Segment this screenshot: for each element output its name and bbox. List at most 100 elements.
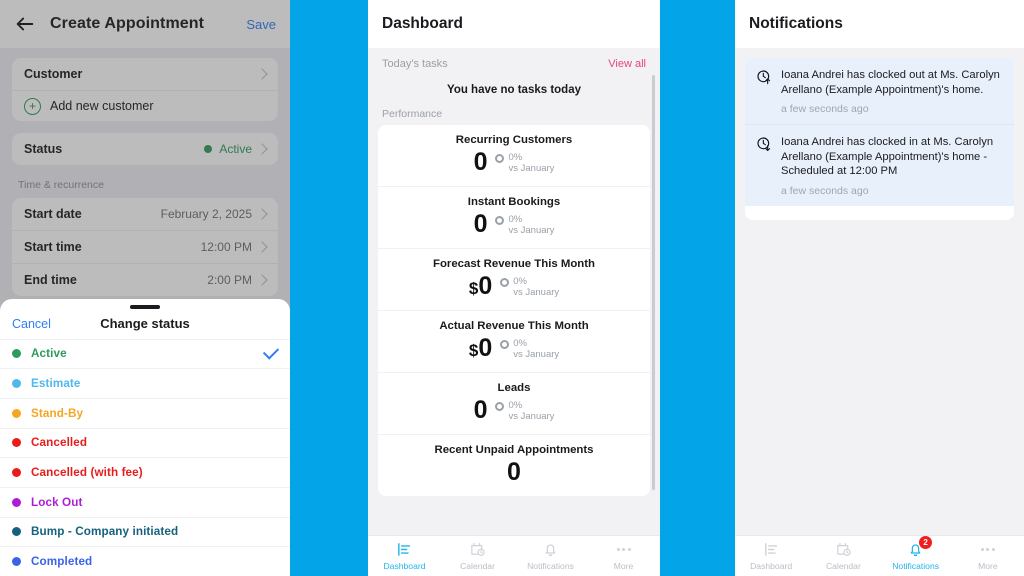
delta-period: vs January <box>508 410 555 422</box>
tab-label: Calendar <box>460 561 495 571</box>
tab-more[interactable]: More <box>952 536 1024 576</box>
view-all-link[interactable]: View all <box>608 58 646 70</box>
status-color-dot-icon <box>12 349 21 359</box>
metric-name: Recent Unpaid Appointments <box>434 444 594 456</box>
tab-calendar[interactable]: Calendar <box>807 536 879 576</box>
page-title: Dashboard <box>382 15 463 32</box>
status-color-dot-icon <box>12 527 21 537</box>
metric-card[interactable]: Forecast Revenue This Month $0 0% vs Januar… <box>378 248 650 310</box>
metric-delta: 0% vs January <box>495 214 554 236</box>
change-status-sheet-header: Cancel Change status <box>0 309 290 339</box>
status-option[interactable]: Bump - Company initiated <box>0 516 290 547</box>
ellipsis-icon <box>616 541 631 558</box>
tab-dashboard[interactable]: Dashboard <box>368 536 441 576</box>
delta-percent: 0% <box>513 337 527 349</box>
tab-label: Notifications <box>892 561 940 571</box>
dashboard-scroll-area[interactable]: Today's tasks View all You have no tasks… <box>368 48 660 536</box>
notification-time: a few seconds ago <box>781 103 869 115</box>
ellipsis-icon <box>980 541 995 558</box>
cancel-button[interactable]: Cancel <box>12 317 51 331</box>
create-appointment-screen: Create Appointment Save Customer + Add n… <box>0 0 290 576</box>
delta-text: 0% vs January <box>513 276 559 298</box>
change-status-sheet: Cancel Change status Active Estimate Stand… <box>0 298 290 576</box>
status-color-dot-icon <box>12 557 21 567</box>
metric-value: 0 <box>474 212 488 237</box>
status-option[interactable]: Active <box>0 338 290 369</box>
currency-symbol: $ <box>468 341 479 360</box>
metric-value: 0 <box>474 150 488 175</box>
status-option[interactable]: Stand-By <box>0 397 290 428</box>
metric-value-row: $0 0% vs January <box>378 336 650 361</box>
metric-number: 0 <box>473 148 488 176</box>
tab-label: More <box>978 561 998 571</box>
status-color-dot-icon <box>12 497 21 507</box>
tab-label: Dashboard <box>383 561 426 571</box>
delta-text: 0% vs January <box>508 152 554 174</box>
status-option-label: Bump - Company initiated <box>31 525 179 539</box>
metric-name: Forecast Revenue This Month <box>432 258 596 270</box>
metric-value-row: 0 <box>378 460 650 485</box>
status-option-list: Active Estimate Stand-By Cancelled Cancelled… <box>0 338 290 576</box>
delta-text: 0% vs January <box>508 214 554 236</box>
screenshot-stage: Create Appointment Save Customer + Add n… <box>0 0 1024 576</box>
dashboard-screen: Dashboard Today's tasks View all You hav… <box>368 0 660 576</box>
tab-notifications[interactable]: Notifications <box>514 536 587 576</box>
metric-card[interactable]: Recent Unpaid Appointments 0 <box>378 434 650 496</box>
notification-item[interactable]: Ioana Andrei has clocked in at Ms. Carol… <box>745 124 1014 206</box>
ellipsis-icon <box>616 541 631 558</box>
metric-value: 0 <box>474 398 488 423</box>
metric-value-row: 0 0% vs January <box>378 150 650 175</box>
notification-card: Ioana Andrei has clocked out at Ms. Caro… <box>745 58 1014 220</box>
metric-value: 0 <box>507 460 521 485</box>
notification-body: Ioana Andrei has clocked out at Ms. Caro… <box>781 68 1002 115</box>
metric-name: Actual Revenue This Month <box>439 320 589 332</box>
status-option-label: Lock Out <box>31 495 83 509</box>
metric-delta: 0% vs January <box>500 338 559 360</box>
dashboard-header: Dashboard <box>368 0 660 48</box>
tab-calendar[interactable]: Calendar <box>441 536 514 576</box>
tab-notifications[interactable]: 2 Notifications <box>880 536 952 576</box>
delta-text: 0% vs January <box>513 338 559 360</box>
status-option[interactable]: Cancelled <box>0 427 290 458</box>
performance-metric-list: Recurring Customers 0 0% vs January Instant … <box>378 125 650 496</box>
metric-number: 0 <box>473 210 488 238</box>
notification-list: Ioana Andrei has clocked out at Ms. Caro… <box>745 58 1014 206</box>
status-option-label: Stand-By <box>31 406 84 420</box>
notification-item[interactable]: Ioana Andrei has clocked out at Ms. Caro… <box>745 58 1014 124</box>
metric-card[interactable]: Recurring Customers 0 0% vs January <box>378 125 650 186</box>
status-option[interactable]: Estimate <box>0 368 290 398</box>
tab-dashboard[interactable]: Dashboard <box>735 536 807 576</box>
calendar-clock-icon <box>835 541 852 558</box>
tab-label: More <box>613 561 634 571</box>
metric-value-row: $0 0% vs January <box>378 274 650 299</box>
calendar-clock-icon <box>469 541 486 558</box>
delta-neutral-icon <box>495 401 505 411</box>
status-option[interactable]: Cancelled (with fee) <box>0 457 290 487</box>
metric-value: $0 <box>469 274 492 299</box>
status-option[interactable]: Lock Out <box>0 486 290 517</box>
notification-text: Ioana Andrei has clocked in at Ms. Carol… <box>781 136 994 177</box>
status-option-label: Active <box>31 347 67 361</box>
status-option-label: Cancelled <box>31 436 88 450</box>
metric-card[interactable]: Leads 0 0% vs January <box>378 372 650 434</box>
status-color-dot-icon <box>12 468 21 478</box>
delta-neutral-icon <box>500 339 510 349</box>
vertical-scrollbar[interactable] <box>652 75 655 490</box>
metric-value-row: 0 0% vs January <box>378 212 650 237</box>
metric-card[interactable]: Instant Bookings 0 0% vs January <box>378 186 650 248</box>
status-option[interactable]: Completed <box>0 546 290 576</box>
notification-card-tail <box>745 205 1014 220</box>
delta-percent: 0% <box>513 275 527 287</box>
metric-card[interactable]: Actual Revenue This Month $0 0% vs January <box>378 310 650 372</box>
notifications-screen: Notifications Ioana Andrei has clocked o… <box>735 0 1024 576</box>
delta-text: 0% vs January <box>508 400 554 422</box>
todays-tasks-label: Today's tasks <box>382 58 448 70</box>
tab-more[interactable]: More <box>587 536 660 576</box>
dashboard-chart-icon <box>396 541 413 558</box>
ellipsis-icon <box>980 541 995 558</box>
delta-period: vs January <box>513 348 560 360</box>
metric-number: 0 <box>507 458 521 486</box>
delta-neutral-icon <box>500 277 510 287</box>
status-color-dot-icon <box>12 379 21 389</box>
bell-icon <box>542 541 559 558</box>
